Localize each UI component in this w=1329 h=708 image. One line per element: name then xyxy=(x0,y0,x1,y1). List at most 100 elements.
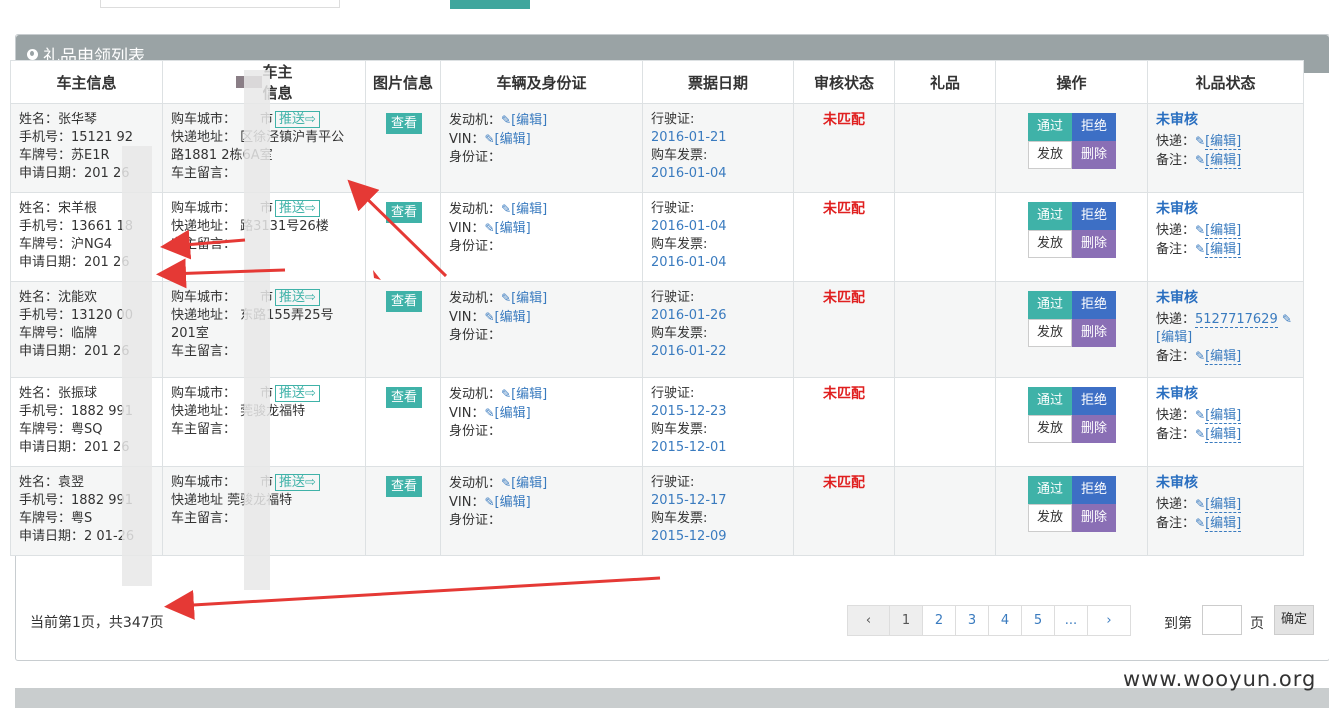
approve-button[interactable]: 通过 xyxy=(1028,113,1072,141)
remark-line: 备注：✎[编辑] xyxy=(1156,151,1295,170)
gift-status-badge[interactable]: 未审核 xyxy=(1156,385,1295,403)
engine-edit-link[interactable]: [编辑] xyxy=(511,476,547,491)
top-search-button[interactable] xyxy=(450,0,530,9)
delete-button[interactable]: 删除 xyxy=(1072,319,1116,347)
engine-edit-link[interactable]: [编辑] xyxy=(511,291,547,306)
invoice-date[interactable]: 2016-01-22 xyxy=(651,343,785,361)
gift-status-badge[interactable]: 未审核 xyxy=(1156,474,1295,492)
license-date[interactable]: 2016-01-04 xyxy=(651,218,785,236)
delete-button[interactable]: 删除 xyxy=(1072,230,1116,258)
goto-page-input[interactable] xyxy=(1202,605,1242,635)
goto-confirm-button[interactable]: 确定 xyxy=(1274,605,1314,635)
idcard-label: 身份证： xyxy=(449,150,502,165)
push-icon: ⇨ xyxy=(305,201,316,216)
view-image-button[interactable]: 查看 xyxy=(386,113,422,134)
engine-edit-link[interactable]: [编辑] xyxy=(511,202,547,217)
pager-page-4[interactable]: 4 xyxy=(989,606,1022,635)
reject-button[interactable]: 拒绝 xyxy=(1072,387,1116,415)
vin-edit-link[interactable]: [编辑] xyxy=(495,132,531,147)
reject-button[interactable]: 拒绝 xyxy=(1072,476,1116,504)
remark-edit-link[interactable]: [编辑] xyxy=(1205,242,1242,258)
reject-button[interactable]: 拒绝 xyxy=(1072,113,1116,141)
push-button[interactable]: 推送⇨ xyxy=(275,474,320,491)
license-date[interactable]: 2016-01-26 xyxy=(651,307,785,325)
push-button[interactable]: 推送⇨ xyxy=(275,200,320,217)
pager-page-2[interactable]: 2 xyxy=(923,606,956,635)
express-edit-link[interactable]: [编辑] xyxy=(1205,223,1242,239)
issue-button[interactable]: 发放 xyxy=(1028,415,1072,443)
actions-cell: 通过 拒绝 发放 删除 xyxy=(995,103,1148,193)
gift-status-badge[interactable]: 未审核 xyxy=(1156,289,1295,307)
reject-button[interactable]: 拒绝 xyxy=(1072,202,1116,230)
vin-edit-link[interactable]: [编辑] xyxy=(495,310,531,325)
pager-page-5[interactable]: 5 xyxy=(1022,606,1055,635)
approve-button[interactable]: 通过 xyxy=(1028,476,1072,504)
vin-edit-link[interactable]: [编辑] xyxy=(495,221,531,236)
pager-next[interactable]: › xyxy=(1088,606,1130,635)
purchase-city-label: 购车城市： xyxy=(171,201,237,216)
vin-edit-link[interactable]: [编辑] xyxy=(495,495,531,510)
engine-edit-link[interactable]: [编辑] xyxy=(511,387,547,402)
engine-label: 发动机： xyxy=(449,387,502,402)
view-image-button[interactable]: 查看 xyxy=(386,476,422,497)
push-button[interactable]: 推送⇨ xyxy=(275,111,320,128)
remark-edit-link[interactable]: [编辑] xyxy=(1205,516,1242,532)
col-actions: 操作 xyxy=(995,60,1148,104)
remark-edit-link[interactable]: [编辑] xyxy=(1205,349,1242,365)
delete-button[interactable]: 删除 xyxy=(1072,415,1116,443)
issue-button[interactable]: 发放 xyxy=(1028,141,1072,169)
view-image-button[interactable]: 查看 xyxy=(386,387,422,408)
pager-page-3[interactable]: 3 xyxy=(956,606,989,635)
gift-table: 车主信息 车主信息 图片信息 车辆及身份证 票据日期 审核状态 礼品 操作 礼品… xyxy=(10,60,1304,556)
remark-edit-link[interactable]: [编辑] xyxy=(1205,427,1242,443)
approve-button[interactable]: 通过 xyxy=(1028,387,1072,415)
express-edit-link[interactable]: [编辑] xyxy=(1156,330,1192,345)
vin-label: VIN： xyxy=(449,221,485,236)
push-icon: ⇨ xyxy=(305,386,316,401)
express-edit-link[interactable]: [编辑] xyxy=(1205,134,1242,150)
image-info-cell: 查看 xyxy=(365,466,441,556)
gift-status-badge[interactable]: 未审核 xyxy=(1156,111,1295,129)
remark-label: 备注： xyxy=(1156,349,1196,364)
express-edit-link[interactable]: [编辑] xyxy=(1205,497,1242,513)
gift-cell xyxy=(894,103,996,193)
invoice-date[interactable]: 2016-01-04 xyxy=(651,254,785,272)
remark-edit-link[interactable]: [编辑] xyxy=(1205,153,1242,169)
license-date[interactable]: 2016-01-21 xyxy=(651,129,785,147)
top-search-input[interactable] xyxy=(100,0,340,8)
express-label: 快递： xyxy=(1156,497,1196,512)
engine-edit-link[interactable]: [编辑] xyxy=(511,113,547,128)
invoice-date[interactable]: 2015-12-09 xyxy=(651,528,785,546)
vin-edit-link[interactable]: [编辑] xyxy=(495,406,531,421)
gift-status-cell: 未审核 快递：5127717629 ✎ [编辑] 备注：✎[编辑] xyxy=(1147,281,1304,378)
view-image-button[interactable]: 查看 xyxy=(386,291,422,312)
issue-button[interactable]: 发放 xyxy=(1028,319,1072,347)
express-label: 快递： xyxy=(1156,223,1196,238)
invoice-date[interactable]: 2016-01-04 xyxy=(651,165,785,183)
delete-button[interactable]: 删除 xyxy=(1072,504,1116,532)
delete-button[interactable]: 删除 xyxy=(1072,141,1116,169)
license-date[interactable]: 2015-12-23 xyxy=(651,403,785,421)
pager-ellipsis[interactable]: ... xyxy=(1055,606,1088,635)
pencil-icon: ✎ xyxy=(1195,153,1206,167)
view-image-button[interactable]: 查看 xyxy=(386,202,422,223)
push-button[interactable]: 推送⇨ xyxy=(275,385,320,402)
reject-button[interactable]: 拒绝 xyxy=(1072,291,1116,319)
issue-button[interactable]: 发放 xyxy=(1028,504,1072,532)
push-icon: ⇨ xyxy=(305,112,316,127)
approve-button[interactable]: 通过 xyxy=(1028,202,1072,230)
express-line: 快递：✎[编辑] xyxy=(1156,495,1295,514)
push-button[interactable]: 推送⇨ xyxy=(275,289,320,306)
approve-button[interactable]: 通过 xyxy=(1028,291,1072,319)
license-date[interactable]: 2015-12-17 xyxy=(651,492,785,510)
pager-page-1[interactable]: 1 xyxy=(890,606,923,635)
pencil-icon: ✎ xyxy=(1195,516,1206,530)
engine-label: 发动机： xyxy=(449,476,502,491)
express-number[interactable]: 5127717629 xyxy=(1195,312,1278,328)
issue-button[interactable]: 发放 xyxy=(1028,230,1072,258)
pencil-icon: ✎ xyxy=(484,221,495,235)
pager-prev[interactable]: ‹ xyxy=(848,606,890,635)
invoice-date[interactable]: 2015-12-01 xyxy=(651,439,785,457)
express-edit-link[interactable]: [编辑] xyxy=(1205,408,1242,424)
gift-status-badge[interactable]: 未审核 xyxy=(1156,200,1295,218)
